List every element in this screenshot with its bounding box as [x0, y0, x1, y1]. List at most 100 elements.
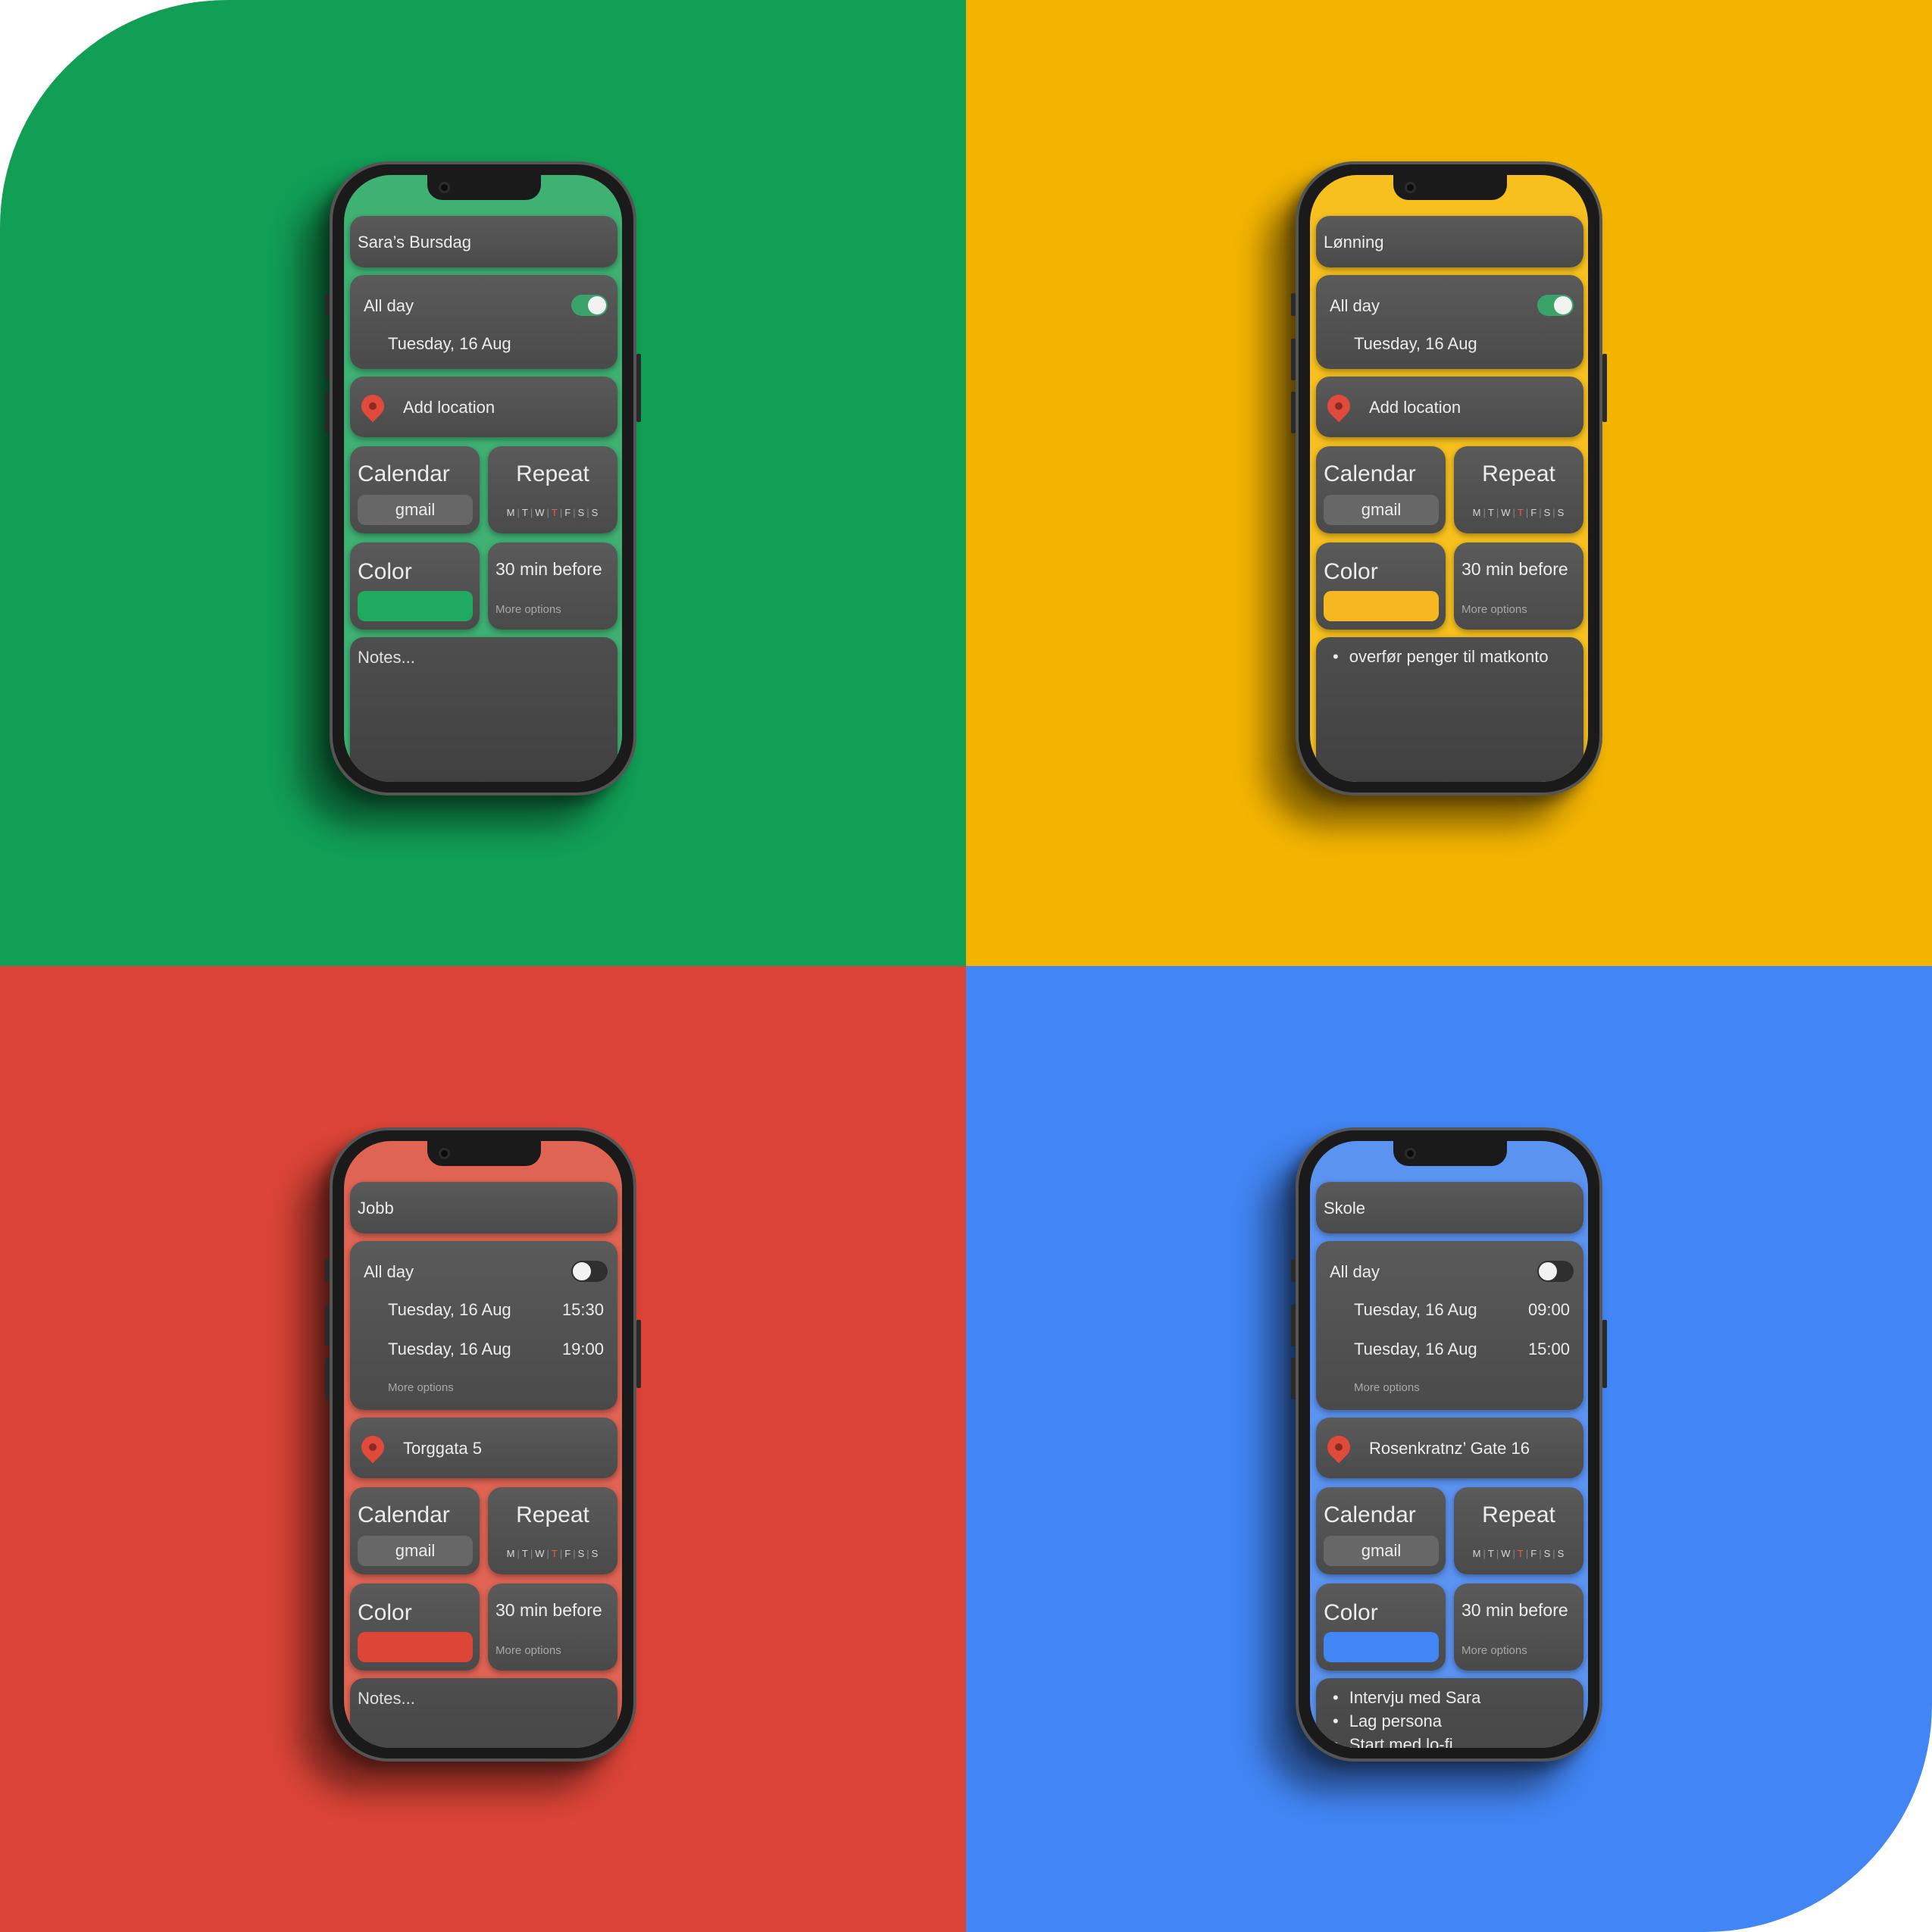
reminder-text: 30 min before	[1462, 559, 1568, 579]
weekday-6[interactable]: S	[1558, 1548, 1565, 1559]
end-date[interactable]: Tuesday, 16 Aug	[1354, 1340, 1477, 1359]
calendar-selector[interactable]: Calendar gmail	[1316, 1487, 1446, 1574]
repeat-selector[interactable]: Repeat M | T | W | T | F | S | S	[488, 1487, 617, 1574]
weekday-separator: |	[559, 1548, 564, 1559]
reminder-selector[interactable]: 30 min before More options	[1454, 542, 1583, 630]
color-selector[interactable]: Color	[1316, 542, 1446, 630]
notes-field[interactable]: Intervju med SaraLag personaStart med lo…	[1316, 1678, 1583, 1748]
location-field[interactable]: Rosenkratnz’ Gate 16	[1316, 1418, 1583, 1478]
start-date[interactable]: Tuesday, 16 Aug	[388, 1300, 511, 1320]
start-date[interactable]: Tuesday, 16 Aug	[1354, 334, 1477, 354]
weekday-separator: |	[586, 1548, 590, 1559]
start-time[interactable]: 09:00	[1528, 1300, 1570, 1320]
phone-side-button	[1291, 1259, 1296, 1282]
notes-field[interactable]: Notes...	[350, 1678, 617, 1748]
weekday-5[interactable]: S	[578, 507, 586, 518]
start-date[interactable]: Tuesday, 16 Aug	[388, 334, 511, 354]
all-day-toggle[interactable]	[1537, 295, 1574, 316]
weekday-1[interactable]: T	[1488, 1548, 1495, 1559]
end-time[interactable]: 19:00	[562, 1340, 604, 1359]
calendar-selector[interactable]: Calendar gmail	[350, 1487, 480, 1574]
weekday-2[interactable]: W	[535, 1548, 545, 1559]
event-title-field[interactable]: Sara’s Bursdag	[350, 216, 617, 267]
weekday-3[interactable]: T	[552, 1548, 558, 1559]
weekday-3[interactable]: T	[1518, 507, 1524, 518]
color-selector[interactable]: Color	[350, 1583, 480, 1671]
location-field[interactable]: Add location	[1316, 377, 1583, 437]
reminder-more-options-link[interactable]: More options	[1462, 603, 1527, 616]
phone-side-button	[1291, 1305, 1296, 1346]
weekday-5[interactable]: S	[1544, 507, 1552, 518]
reminder-selector[interactable]: 30 min before More options	[1454, 1583, 1583, 1671]
color-swatch[interactable]	[358, 1632, 473, 1662]
weekday-4[interactable]: F	[564, 507, 571, 518]
calendar-account-pill[interactable]: gmail	[1324, 495, 1439, 525]
color-selector[interactable]: Color	[1316, 1583, 1446, 1671]
weekday-3[interactable]: T	[1518, 1548, 1524, 1559]
reminder-more-options-link[interactable]: More options	[1462, 1644, 1527, 1657]
all-day-toggle[interactable]	[1537, 1261, 1574, 1282]
weekday-5[interactable]: S	[578, 1548, 586, 1559]
date-time-section: All day Tuesday, 16 Aug	[1316, 275, 1583, 369]
color-selector[interactable]: Color	[350, 542, 480, 630]
all-day-label: All day	[364, 296, 414, 315]
notes-field[interactable]: overfør penger til matkonto	[1316, 637, 1583, 782]
phone-notch	[1393, 175, 1507, 200]
calendar-selector[interactable]: Calendar gmail	[1316, 446, 1446, 533]
weekday-0[interactable]: M	[1473, 1548, 1482, 1559]
weekday-6[interactable]: S	[592, 1548, 599, 1559]
phone-side-button	[1602, 354, 1607, 422]
weekday-1[interactable]: T	[522, 507, 529, 518]
weekday-2[interactable]: W	[535, 507, 545, 518]
weekday-4[interactable]: F	[564, 1548, 571, 1559]
date-more-options-link[interactable]: More options	[1354, 1381, 1420, 1394]
location-field[interactable]: Torggata 5	[350, 1418, 617, 1478]
location-text: Torggata 5	[403, 1439, 482, 1458]
repeat-selector[interactable]: Repeat M | T | W | T | F | S | S	[488, 446, 617, 533]
calendar-account-pill[interactable]: gmail	[358, 1536, 473, 1566]
weekday-2[interactable]: W	[1501, 507, 1511, 518]
weekday-0[interactable]: M	[507, 1548, 516, 1559]
weekday-3[interactable]: T	[552, 507, 558, 518]
all-day-toggle[interactable]	[571, 295, 608, 316]
reminder-selector[interactable]: 30 min before More options	[488, 542, 617, 630]
calendar-account-pill[interactable]: gmail	[1324, 1536, 1439, 1566]
phone-side-button	[1291, 339, 1296, 380]
date-more-options-link[interactable]: More options	[388, 1381, 454, 1394]
weekday-5[interactable]: S	[1544, 1548, 1552, 1559]
end-time[interactable]: 15:00	[1528, 1340, 1570, 1359]
notes-item: Start med lo-fi	[1333, 1733, 1480, 1748]
start-date[interactable]: Tuesday, 16 Aug	[1354, 1300, 1477, 1320]
weekday-0[interactable]: M	[1473, 507, 1482, 518]
color-swatch[interactable]	[1324, 591, 1439, 621]
repeat-selector[interactable]: Repeat M | T | W | T | F | S | S	[1454, 1487, 1583, 1574]
weekday-6[interactable]: S	[1558, 507, 1565, 518]
color-swatch[interactable]	[1324, 1632, 1439, 1662]
weekday-separator: |	[1496, 507, 1500, 518]
weekday-6[interactable]: S	[592, 507, 599, 518]
end-date[interactable]: Tuesday, 16 Aug	[388, 1340, 511, 1359]
start-time[interactable]: 15:30	[562, 1300, 604, 1320]
reminder-more-options-link[interactable]: More options	[496, 1644, 561, 1657]
reminder-more-options-link[interactable]: More options	[496, 603, 561, 616]
location-field[interactable]: Add location	[350, 377, 617, 437]
calendar-selector[interactable]: Calendar gmail	[350, 446, 480, 533]
notes-field[interactable]: Notes...	[350, 637, 617, 782]
weekday-2[interactable]: W	[1501, 1548, 1511, 1559]
weekday-4[interactable]: F	[1530, 507, 1537, 518]
phone-side-button	[1291, 293, 1296, 316]
event-title-field[interactable]: Jobb	[350, 1182, 617, 1233]
color-swatch[interactable]	[358, 591, 473, 621]
weekday-4[interactable]: F	[1530, 1548, 1537, 1559]
weekday-1[interactable]: T	[1488, 507, 1495, 518]
phone-side-button	[325, 1358, 330, 1399]
reminder-selector[interactable]: 30 min before More options	[488, 1583, 617, 1671]
weekday-1[interactable]: T	[522, 1548, 529, 1559]
calendar-account-pill[interactable]: gmail	[358, 495, 473, 525]
repeat-selector[interactable]: Repeat M | T | W | T | F | S | S	[1454, 446, 1583, 533]
event-title-field[interactable]: Lønning	[1316, 216, 1583, 267]
all-day-toggle[interactable]	[571, 1261, 608, 1282]
event-title-field[interactable]: Skole	[1316, 1182, 1583, 1233]
weekday-separator: |	[517, 1548, 521, 1559]
weekday-0[interactable]: M	[507, 507, 516, 518]
